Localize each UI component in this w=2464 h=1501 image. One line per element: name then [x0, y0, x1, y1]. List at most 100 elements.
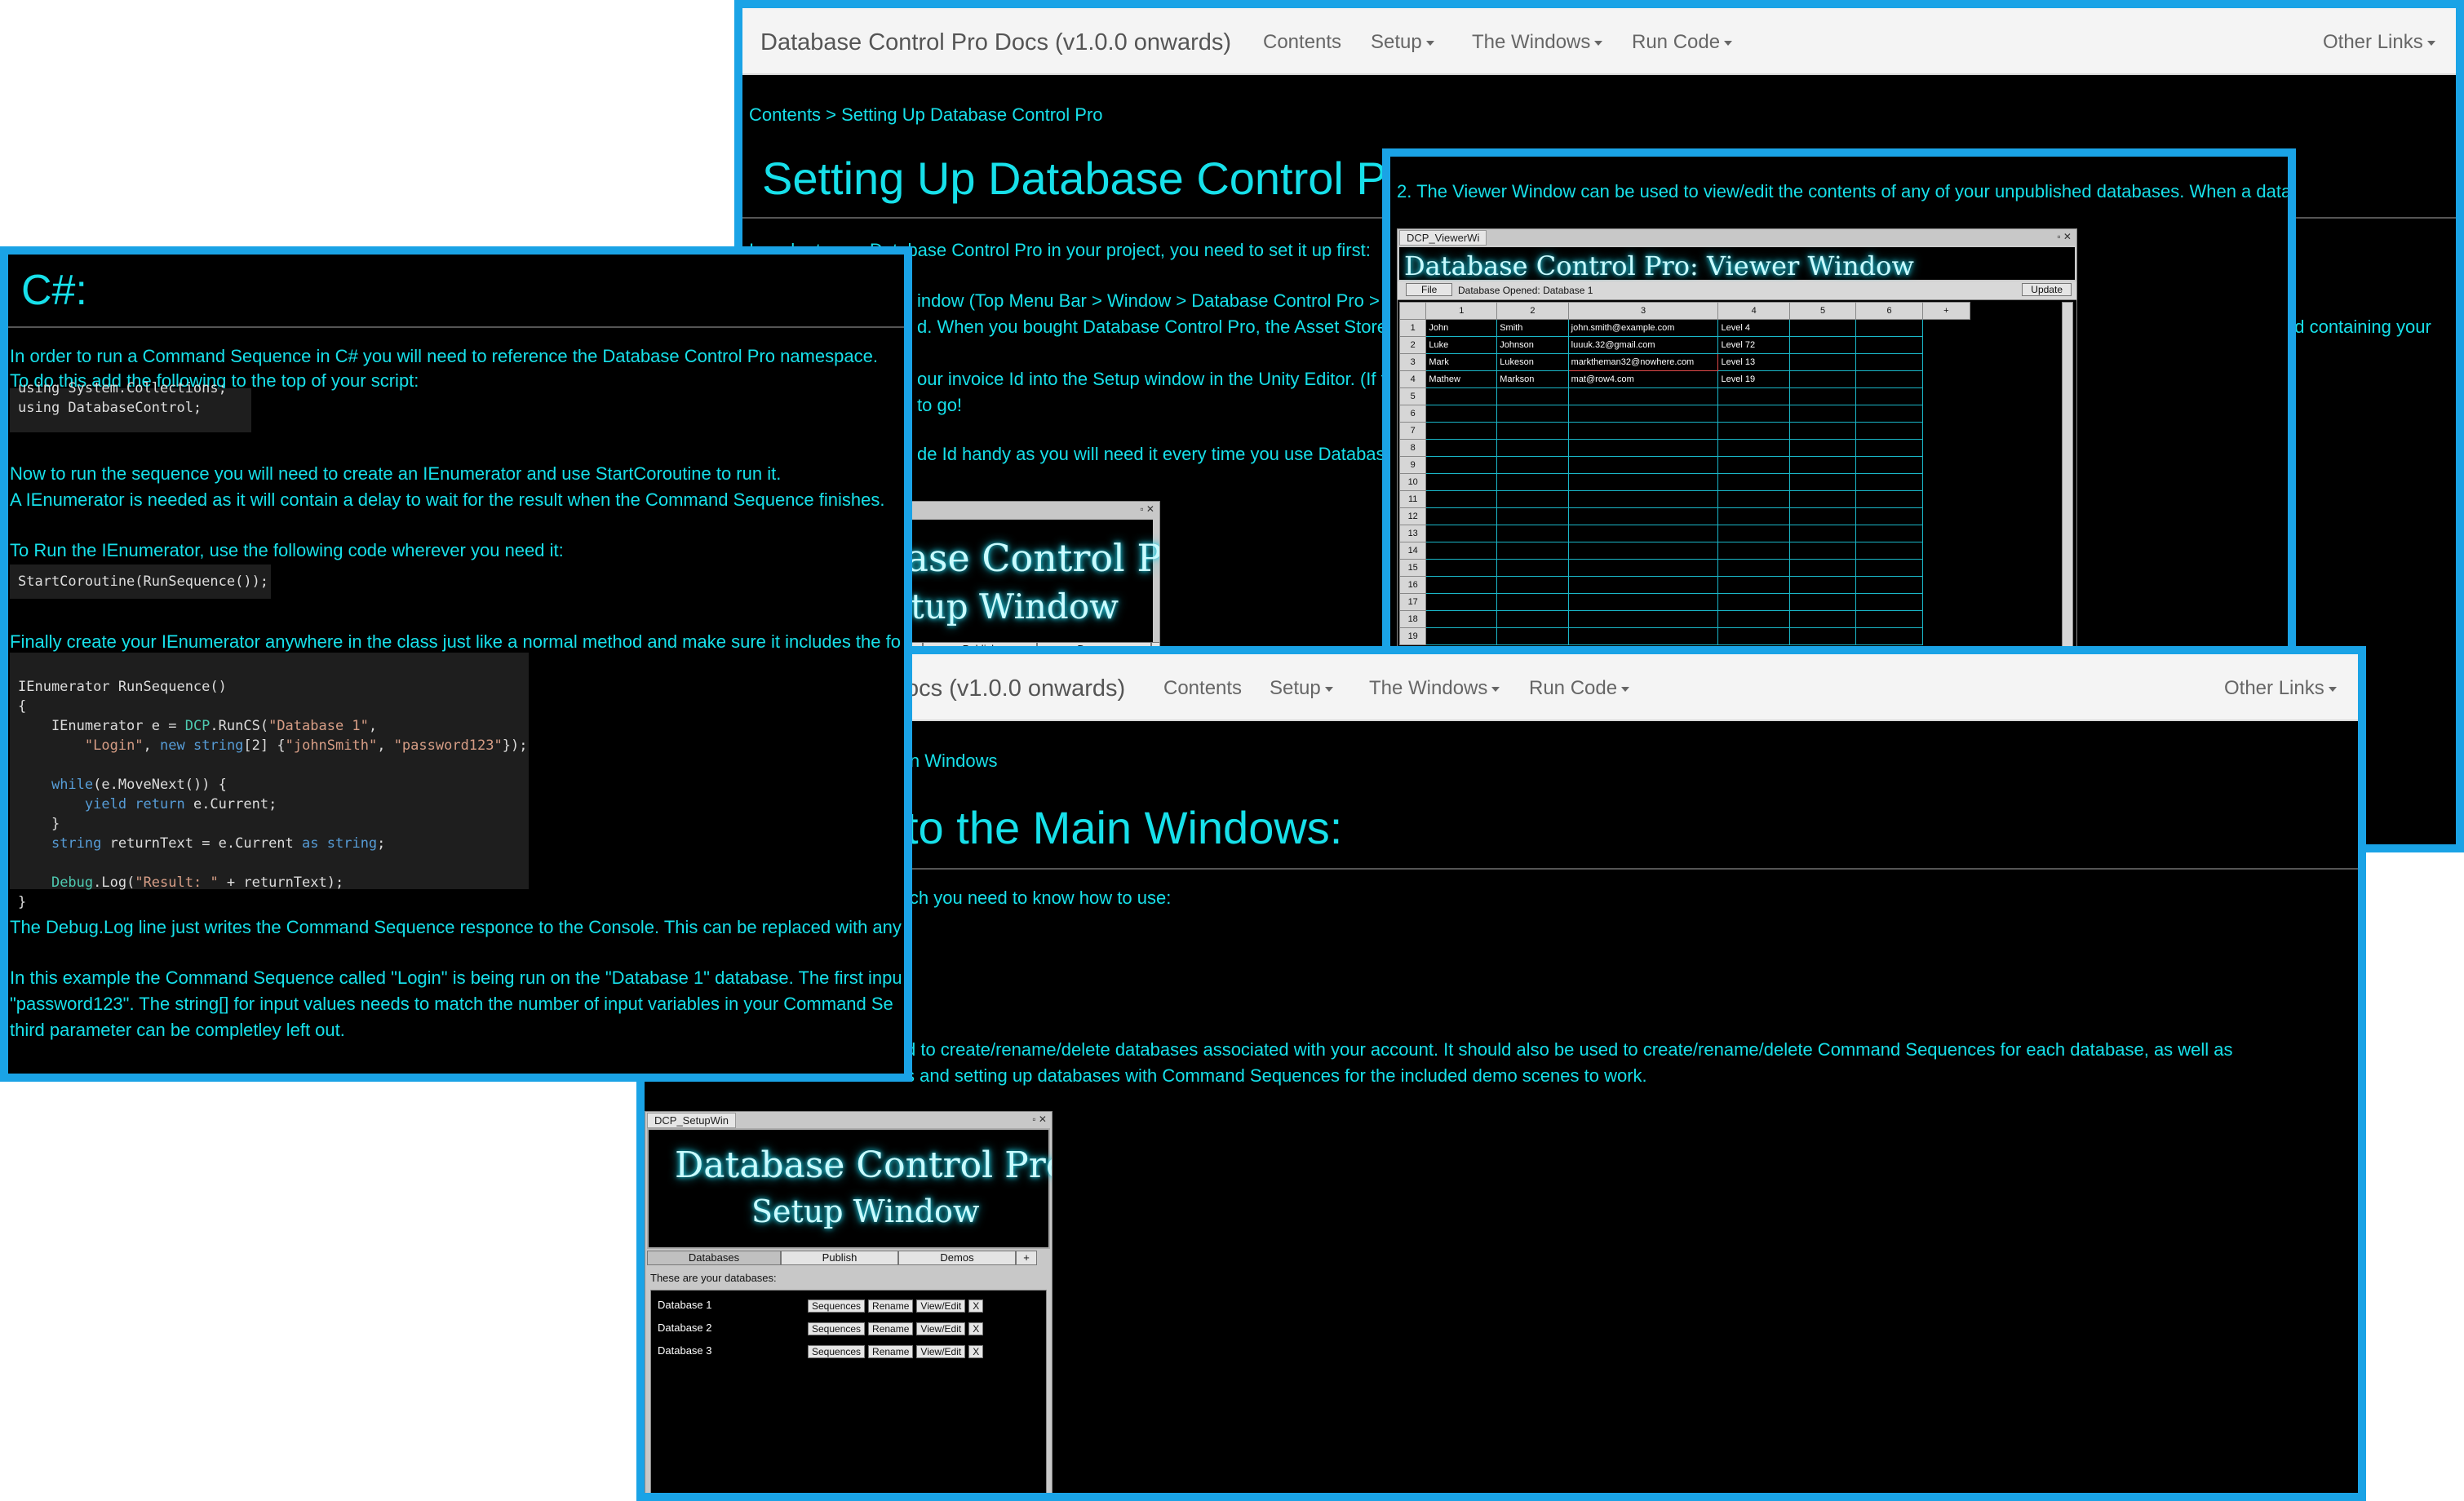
csharp-doc-screenshot: C#: In order to run a Command Sequence i… [0, 246, 912, 1082]
breadcrumb[interactable]: Contents > Setting Up Database Control P… [749, 104, 1103, 126]
code-block-startcoroutine: StartCoroutine(RunSequence()); [10, 565, 271, 599]
paragraph: The Debug.Log line just writes the Comma… [10, 917, 902, 937]
nav-run-code[interactable]: Run Code [1632, 31, 1732, 54]
viewer-grid-area: 1 2 3 4 5 6 + 1 John Smith john.smith@ex… [1398, 300, 2076, 646]
divider [906, 868, 2358, 870]
window-tab[interactable]: DCP_SetupWin [647, 1113, 737, 1128]
nav-other-links[interactable]: Other Links [2224, 677, 2337, 700]
table-row: 15 [1398, 559, 1970, 577]
nav-the-windows[interactable]: The Windows [1369, 677, 1500, 700]
tab-databases[interactable]: Databases [647, 1251, 781, 1265]
navbar-brand[interactable]: ocs (v1.0.0 onwards) [906, 675, 1125, 702]
table-cell[interactable]: luuuk.32@gmail.com [1567, 336, 1719, 354]
add-column-button[interactable]: + [1921, 302, 1971, 320]
grid-header-row: 1 2 3 4 5 6 + [1398, 302, 1971, 320]
list-item: Database 3 Sequences Rename View/Edit X [658, 1343, 1039, 1359]
view-edit-button[interactable]: View/Edit [916, 1345, 966, 1358]
table-row: 17 [1398, 593, 1970, 611]
nav-contents[interactable]: Contents [1163, 677, 1242, 700]
table-row: 1 John Smith john.smith@example.com Leve… [1398, 319, 1970, 337]
tab-publish[interactable]: Publish [781, 1251, 898, 1265]
page-title: Setting Up Database Control Pr [762, 153, 1403, 204]
update-button[interactable]: Update [2022, 283, 2072, 296]
database-name: Database 1 [658, 1299, 712, 1311]
nav-setup[interactable]: Setup [1270, 677, 1333, 700]
table-cell[interactable]: Mathew [1425, 370, 1498, 388]
table-cell[interactable]: mat@row4.com [1567, 370, 1719, 388]
nav-the-windows[interactable]: The Windows [1472, 31, 1602, 54]
navbar-brand[interactable]: Database Control Pro Docs (v1.0.0 onward… [760, 29, 1231, 56]
viewer-window-image: DCP_ViewerWi ▫ ✕ Database Control Pro: V… [1397, 228, 2077, 646]
table-cell[interactable]: john.smith@example.com [1567, 319, 1719, 337]
nav-contents[interactable]: Contents [1263, 31, 1341, 54]
paragraph: Now to run the sequence you will need to… [10, 463, 782, 484]
step-text-1: indow (Top Menu Bar > Window > Database … [917, 290, 1397, 311]
view-edit-button[interactable]: View/Edit [916, 1300, 966, 1313]
tab-demos[interactable]: Demos [898, 1251, 1016, 1265]
column-header[interactable]: 4 [1717, 302, 1790, 320]
rename-button[interactable]: Rename [868, 1300, 914, 1313]
setup-banner-line-1: Database Control Pro [675, 1145, 1053, 1186]
file-button[interactable]: File [1406, 283, 1453, 296]
table-cell[interactable]: John [1425, 319, 1498, 337]
setup-banner-line-2: Setup Window [751, 1193, 980, 1229]
table-cell[interactable]: Markson [1496, 370, 1569, 388]
table-cell[interactable]: marktheman32@nowhere.com [1567, 353, 1719, 371]
view-edit-button[interactable]: View/Edit [916, 1322, 966, 1335]
column-header[interactable]: 5 [1788, 302, 1857, 320]
tab-add[interactable]: + [1016, 1251, 1037, 1265]
code-line: StartCoroutine(RunSequence()); [18, 573, 269, 590]
sequences-button[interactable]: Sequences [808, 1322, 866, 1335]
delete-button[interactable]: X [968, 1322, 984, 1335]
table-cell[interactable]: Mark [1425, 353, 1498, 371]
table-row: 18 [1398, 610, 1970, 628]
database-list: Database 1 Sequences Rename View/Edit X Dat… [650, 1290, 1047, 1493]
column-header[interactable]: 1 [1425, 302, 1498, 320]
step-text-4: to go! [917, 395, 963, 415]
nav-other-links[interactable]: Other Links [2323, 31, 2435, 54]
column-header[interactable]: 2 [1496, 302, 1569, 320]
table-row: 9 [1398, 456, 1970, 474]
column-header[interactable]: 3 [1567, 302, 1719, 320]
table-cell[interactable]: Johnson [1496, 336, 1569, 354]
table-cell[interactable]: Level 19 [1717, 370, 1790, 388]
table-cell[interactable]: Smith [1496, 319, 1569, 337]
table-row: 14 [1398, 542, 1970, 560]
navbar: Database Control Pro Docs (v1.0.0 onward… [742, 8, 2456, 75]
nav-setup[interactable]: Setup [1371, 31, 1434, 54]
setup-window-description-2: s and setting up databases with Command … [906, 1065, 1647, 1086]
paragraph: A IEnumerator is needed as it will conta… [10, 489, 885, 510]
vertical-scrollbar[interactable] [2062, 302, 2073, 646]
table-cell[interactable]: Luke [1425, 336, 1498, 354]
sequences-button[interactable]: Sequences [808, 1345, 866, 1358]
window-controls-icon: ▫ ✕ [1140, 503, 1154, 515]
table-cell[interactable]: Level 13 [1717, 353, 1790, 371]
code-block-ienumerator: IEnumerator RunSequence() { IEnumerator … [10, 653, 529, 910]
database-name: Database 2 [658, 1322, 712, 1334]
viewer-grid: 1 2 3 4 5 6 + 1 John Smith john.smith@ex… [1398, 302, 1971, 645]
sequences-button[interactable]: Sequences [808, 1300, 866, 1313]
table-cell[interactable]: Lukeson [1496, 353, 1569, 371]
code-line: using System.Collections; [18, 380, 227, 396]
step-text-2: d. When you bought Database Control Pro,… [917, 317, 1388, 337]
window-tab[interactable]: DCP_ViewerWi [1399, 230, 1487, 246]
table-row: 3 Mark Lukeson marktheman32@nowhere.com … [1398, 353, 1970, 371]
nav-run-code[interactable]: Run Code [1529, 677, 1629, 700]
breadcrumb[interactable]: in Windows [906, 750, 997, 772]
column-header[interactable]: 6 [1855, 302, 1923, 320]
delete-button[interactable]: X [968, 1300, 984, 1313]
code-line: using DatabaseControl; [18, 400, 202, 416]
table-row: 12 [1398, 507, 1970, 525]
setup-window-image: DCP_SetupWin ▫ ✕ Database Control Pro Se… [645, 1111, 1053, 1493]
paragraph: To Run the IEnumerator, use the followin… [10, 540, 564, 560]
rename-button[interactable]: Rename [868, 1345, 914, 1358]
code-block-using: using System.Collections; using DatabaseC… [10, 380, 251, 432]
viewer-toolbar: File Database Opened: Database 1 Update [1398, 281, 2076, 300]
step-text-right: ed containing your [2285, 317, 2431, 337]
rename-button[interactable]: Rename [868, 1322, 914, 1335]
table-cell[interactable]: Level 4 [1717, 319, 1790, 337]
paragraph: "password123". The string[] for input va… [10, 994, 893, 1014]
table-cell[interactable]: Level 72 [1717, 336, 1790, 354]
step-text-3: our invoice Id into the Setup window in … [917, 369, 1396, 389]
delete-button[interactable]: X [968, 1345, 984, 1358]
